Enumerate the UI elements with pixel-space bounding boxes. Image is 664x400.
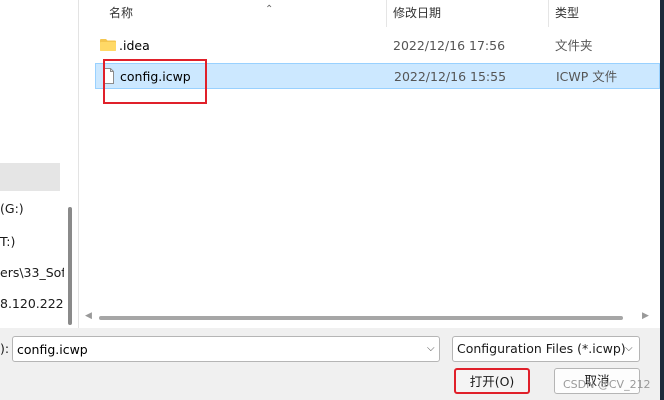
- file-type-filter[interactable]: Configuration Files (*.icwp) ⌵: [452, 336, 640, 362]
- horizontal-scrollbar[interactable]: ◀ ▶: [79, 310, 660, 327]
- file-date: 2022/12/16 17:56: [393, 38, 506, 53]
- file-row-idea[interactable]: .idea 2022/12/16 17:56 文件夹: [95, 33, 660, 59]
- scroll-right-icon[interactable]: ▶: [642, 311, 649, 321]
- nav-item-network-path[interactable]: ers\33_Soft: [0, 265, 70, 280]
- scroll-left-icon[interactable]: ◀: [85, 311, 92, 321]
- filename-input[interactable]: [17, 340, 417, 358]
- file-type: 文件夹: [555, 38, 593, 53]
- file-list: 名称 ⌃ 修改日期 类型 .idea 2022/12/16 17:56 文件夹 …: [79, 0, 660, 328]
- file-type: ICWP 文件: [556, 69, 618, 84]
- chevron-down-icon[interactable]: ⌵: [625, 337, 633, 361]
- column-header-date[interactable]: 修改日期: [386, 0, 548, 27]
- file-date: 2022/12/16 15:55: [394, 69, 507, 84]
- column-header-name[interactable]: 名称 ⌃: [103, 0, 385, 27]
- horizontal-scrollbar-thumb[interactable]: [99, 316, 623, 320]
- filename-combobox[interactable]: ⌵: [12, 336, 440, 362]
- sort-arrow-icon: ⌃: [265, 4, 274, 15]
- watermark: CSDN @CV_212: [563, 378, 651, 391]
- column-header-type[interactable]: 类型: [548, 0, 660, 27]
- column-header-name-label: 名称: [109, 6, 134, 20]
- folder-icon: [100, 39, 116, 51]
- column-header-type-label: 类型: [555, 6, 580, 20]
- filename-label: ):: [0, 341, 10, 356]
- annotation-highlight-file: [103, 59, 207, 104]
- nav-selected-row[interactable]: [0, 163, 60, 191]
- window-edge: [660, 0, 664, 400]
- nav-scrollbar[interactable]: [64, 0, 78, 328]
- column-header-date-label: 修改日期: [393, 6, 442, 20]
- file-name: .idea: [119, 38, 150, 53]
- open-button-label: 打开(O): [469, 374, 515, 389]
- nav-item-drive-t[interactable]: T:): [0, 234, 15, 249]
- nav-item-drive-g[interactable]: (G:): [0, 201, 24, 216]
- nav-item-network-drive[interactable]: 8.120.222): [0, 296, 69, 311]
- file-type-filter-value: Configuration Files (*.icwp): [457, 341, 626, 356]
- nav-scrollbar-thumb[interactable]: [68, 207, 72, 325]
- open-button[interactable]: 打开(O): [454, 368, 530, 394]
- chevron-down-icon[interactable]: ⌵: [427, 343, 435, 354]
